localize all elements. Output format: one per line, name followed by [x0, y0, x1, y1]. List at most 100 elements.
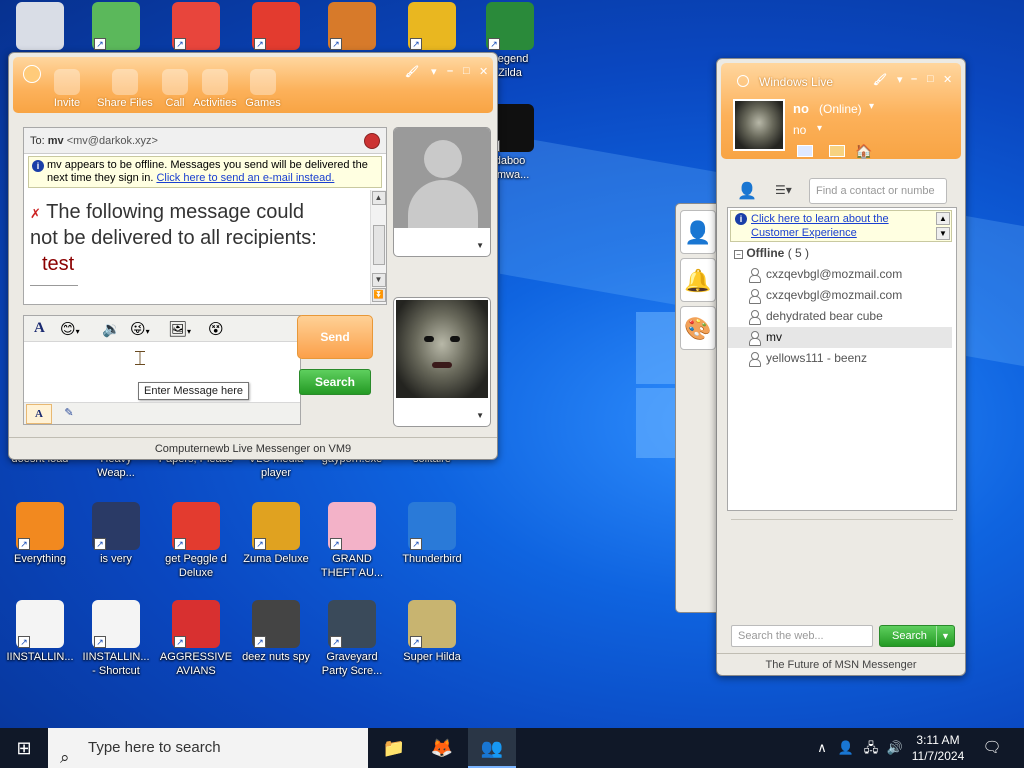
- chevron-down-icon[interactable]: ▼: [476, 241, 484, 250]
- scroll-up-button[interactable]: ▲: [936, 212, 950, 225]
- my-display-picture[interactable]: ▼: [393, 297, 491, 427]
- web-search-input[interactable]: Search the web...: [731, 625, 873, 647]
- start-button[interactable]: ⊞: [0, 728, 48, 768]
- personal-message[interactable]: no: [793, 123, 806, 137]
- user-name[interactable]: no: [793, 101, 809, 116]
- to-name[interactable]: mv: [48, 135, 64, 147]
- desktop-icon[interactable]: ↗ Zuma Deluxe: [236, 502, 316, 566]
- history-scrollbar[interactable]: ▲ ▼ ⏬: [370, 190, 386, 304]
- add-contact-icon[interactable]: 👤: [737, 181, 757, 201]
- spaces-tab[interactable]: 🎨: [680, 306, 716, 350]
- desktop-icon[interactable]: ↗: [236, 2, 316, 52]
- chevron-down-icon[interactable]: ▾: [817, 123, 822, 134]
- conversation-window[interactable]: Invite Share Files Call Activities Games 🖌 ▾…: [8, 52, 498, 460]
- compose-panel[interactable]: A 😊▾ 🔉 😜▾ 🖼▾ 😵 ⌶ Enter Message here A ✎: [23, 315, 301, 425]
- web-search-button[interactable]: Search ▼: [879, 625, 955, 647]
- desktop-icon[interactable]: ↗ is very: [76, 502, 156, 566]
- group-header-offline[interactable]: − Offline ( 5 ): [734, 246, 809, 260]
- file-explorer-icon[interactable]: 📁: [370, 728, 418, 768]
- desktop-icon[interactable]: [0, 2, 80, 52]
- send-button[interactable]: Send: [297, 315, 373, 359]
- notifications-icon[interactable]: 🗨: [980, 728, 1004, 768]
- network-icon[interactable]: 🖧: [860, 728, 882, 768]
- desktop-icon[interactable]: ↗ GRAND THEFT AU...: [312, 502, 392, 580]
- find-contact-input[interactable]: Find a contact or numbe: [809, 178, 947, 204]
- search-button[interactable]: Search: [299, 369, 371, 395]
- spaces-icon[interactable]: 🏠: [855, 143, 872, 160]
- customer-experience-link[interactable]: Click here to learn about the Customer E…: [751, 213, 889, 239]
- wink-icon[interactable]: 😜▾: [130, 320, 150, 338]
- folder-icon[interactable]: [829, 145, 845, 157]
- taskbar-search[interactable]: ⌕ Type here to search: [48, 728, 368, 768]
- tray-messenger-icon[interactable]: 👤: [836, 728, 856, 768]
- desktop-icon[interactable]: ↗: [312, 2, 392, 52]
- type-tab[interactable]: A: [26, 404, 52, 424]
- scroll-end-button[interactable]: ⏬: [371, 288, 386, 302]
- close-button[interactable]: ✕: [943, 73, 952, 86]
- message-input[interactable]: ⌶ Enter Message here: [24, 342, 300, 404]
- window-menu-icon[interactable]: [737, 75, 749, 87]
- background-icon[interactable]: 🖼▾: [168, 320, 191, 338]
- maximize-button[interactable]: □: [927, 73, 934, 85]
- chevron-down-icon[interactable]: ▾: [431, 65, 437, 78]
- desktop-icon[interactable]: ↗ AGGRESSIVE AVIANS: [156, 600, 236, 678]
- collapse-icon[interactable]: −: [734, 250, 743, 259]
- emoticon-icon[interactable]: 😊▾: [60, 320, 80, 338]
- scroll-down-button[interactable]: ▼: [936, 227, 950, 240]
- desktop-icon[interactable]: ↗ get Peggle d Deluxe: [156, 502, 236, 580]
- contacts-tab[interactable]: 👤: [680, 210, 716, 254]
- nudge-icon[interactable]: 🔉: [102, 320, 121, 338]
- paint-icon[interactable]: 🖌: [873, 73, 887, 86]
- desktop-icon[interactable]: ↗ IINSTALLIN...: [0, 600, 80, 664]
- desktop-icon[interactable]: ↗ Graveyard Party Scre...: [312, 600, 392, 678]
- shortcut-arrow-icon: ↗: [410, 636, 422, 648]
- firefox-icon[interactable]: 🦊: [418, 728, 466, 768]
- windows-live-window[interactable]: Windows Live 🖌 ▾ – □ ✕ no (Online) ▾ no …: [716, 58, 966, 676]
- tray-chevron-icon[interactable]: ∧: [812, 728, 832, 768]
- desktop-icon[interactable]: ↗: [392, 2, 472, 52]
- clock[interactable]: 3:11 AM 11/7/2024: [898, 732, 978, 764]
- contact-item[interactable]: dehydrated bear cube: [728, 306, 952, 327]
- desktop-icon[interactable]: ↗: [156, 2, 236, 52]
- contact-display-picture[interactable]: ▼: [393, 127, 491, 257]
- list-view-icon[interactable]: ☰▾: [775, 183, 792, 197]
- font-icon[interactable]: A: [34, 320, 45, 337]
- minimize-button[interactable]: –: [911, 73, 917, 85]
- scroll-up-button[interactable]: ▲: [371, 191, 386, 205]
- contact-item[interactable]: mv: [728, 327, 952, 348]
- toolbar-share-files[interactable]: Share Files: [97, 69, 153, 109]
- chevron-down-icon[interactable]: ▼: [936, 626, 954, 646]
- chevron-down-icon[interactable]: ▾: [897, 73, 903, 86]
- handwrite-tab[interactable]: ✎: [56, 404, 82, 424]
- voice-clip-icon[interactable]: 😵: [208, 320, 224, 338]
- desktop-icon-label: AGGRESSIVE AVIANS: [159, 651, 233, 677]
- minimize-button[interactable]: –: [447, 65, 453, 77]
- user-status[interactable]: (Online): [819, 102, 862, 116]
- toolbar-invite[interactable]: Invite: [39, 69, 95, 109]
- contact-item[interactable]: cxzqevbgl@mozmail.com: [728, 264, 952, 285]
- desktop-icon[interactable]: ↗: [76, 2, 156, 52]
- chevron-down-icon[interactable]: ▾: [869, 101, 874, 112]
- contact-item[interactable]: yellows111 - beenz: [728, 348, 952, 369]
- close-button[interactable]: ✕: [479, 65, 488, 78]
- toolbar-games[interactable]: Games: [235, 69, 291, 109]
- paint-icon[interactable]: 🖌: [405, 65, 419, 78]
- desktop-icon[interactable]: ↗ deez nuts spy: [236, 600, 316, 664]
- desktop-icon[interactable]: ↗ Everything: [0, 502, 80, 566]
- scroll-thumb[interactable]: [372, 225, 385, 265]
- alerts-tab[interactable]: 🔔: [680, 258, 716, 302]
- live-side-tabs: 👤 🔔 🎨: [675, 203, 719, 613]
- desktop-icon[interactable]: ↗ Super Hilda: [392, 600, 472, 664]
- desktop-icon[interactable]: ↗ IINSTALLIN... - Shortcut: [76, 600, 156, 678]
- mail-icon[interactable]: [797, 145, 813, 157]
- messenger-taskbar-icon[interactable]: 👥: [468, 728, 516, 768]
- send-email-link[interactable]: Click here to send an e-mail instead.: [156, 172, 334, 184]
- block-icon[interactable]: [364, 133, 380, 149]
- windows-logo-pane: [636, 312, 676, 384]
- desktop-icon[interactable]: ↗ Thunderbird: [392, 502, 472, 566]
- chevron-down-icon[interactable]: ▼: [476, 411, 484, 420]
- scroll-down-button[interactable]: ▼: [371, 273, 386, 287]
- maximize-button[interactable]: □: [463, 65, 470, 77]
- my-avatar[interactable]: [733, 99, 785, 151]
- contact-item[interactable]: cxzqevbgl@mozmail.com: [728, 285, 952, 306]
